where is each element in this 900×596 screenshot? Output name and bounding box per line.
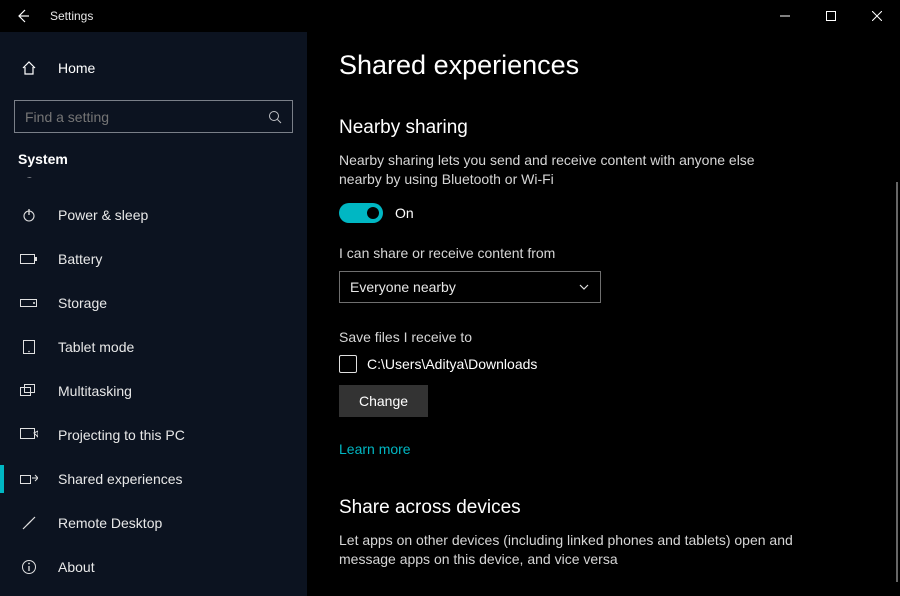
- projecting-icon: [18, 428, 40, 442]
- sidebar-item-remote-desktop[interactable]: Remote Desktop: [0, 501, 307, 545]
- nearby-sharing-heading: Nearby sharing: [339, 117, 868, 139]
- chevron-down-icon: [578, 281, 590, 293]
- learn-more-link[interactable]: Learn more: [339, 441, 411, 457]
- share-across-devices-heading: Share across devices: [339, 497, 868, 519]
- window-title: Settings: [50, 9, 93, 23]
- info-icon: [18, 559, 40, 575]
- share-from-value: Everyone nearby: [350, 279, 456, 295]
- back-arrow-icon: [15, 8, 31, 24]
- share-across-devices-description: Let apps on other devices (including lin…: [339, 531, 799, 569]
- storage-icon: [18, 297, 40, 309]
- sidebar-item-storage[interactable]: Storage: [0, 281, 307, 325]
- sidebar-item-label: Shared experiences: [58, 471, 183, 487]
- multitasking-icon: [18, 384, 40, 398]
- save-files-path: C:\Users\Aditya\Downloads: [367, 356, 537, 372]
- remote-icon: [18, 515, 40, 531]
- search-input[interactable]: [25, 109, 268, 125]
- sidebar-item-about[interactable]: About: [0, 545, 307, 589]
- share-from-select[interactable]: Everyone nearby: [339, 271, 601, 303]
- sidebar-item-focus-assist[interactable]: Focus assist: [0, 177, 307, 193]
- home-button[interactable]: Home: [0, 48, 307, 88]
- power-icon: [18, 207, 40, 223]
- sidebar-item-label: Projecting to this PC: [58, 427, 185, 443]
- minimize-button[interactable]: [762, 0, 808, 32]
- title-bar: Settings: [0, 0, 900, 32]
- sidebar-item-label: About: [58, 559, 95, 575]
- sidebar-item-power-sleep[interactable]: Power & sleep: [0, 193, 307, 237]
- save-files-path-row: C:\Users\Aditya\Downloads: [339, 355, 868, 373]
- search-icon: [268, 110, 282, 124]
- sidebar-item-label: Remote Desktop: [58, 515, 162, 531]
- moon-icon: [18, 177, 40, 179]
- home-icon: [18, 60, 40, 76]
- page-title: Shared experiences: [339, 50, 868, 81]
- toggle-state-label: On: [395, 205, 414, 221]
- home-label: Home: [58, 60, 95, 76]
- minimize-icon: [780, 11, 790, 21]
- sidebar-item-battery[interactable]: Battery: [0, 237, 307, 281]
- nearby-sharing-description: Nearby sharing lets you send and receive…: [339, 151, 799, 189]
- sidebar-item-label: Focus assist: [58, 177, 136, 179]
- sidebar-item-label: Tablet mode: [58, 339, 134, 355]
- back-button[interactable]: [0, 0, 46, 32]
- maximize-icon: [826, 11, 836, 21]
- sidebar-section-system: System: [0, 151, 307, 177]
- sidebar-item-label: Multitasking: [58, 383, 132, 399]
- maximize-button[interactable]: [808, 0, 854, 32]
- change-button[interactable]: Change: [339, 385, 428, 417]
- sidebar-item-shared-experiences[interactable]: Shared experiences: [0, 457, 307, 501]
- toggle-knob: [367, 207, 379, 219]
- sidebar: Home System Focus assist Power & sleep Bat…: [0, 32, 307, 596]
- sidebar-item-label: Battery: [58, 251, 102, 267]
- sidebar-item-label: Power & sleep: [58, 207, 148, 223]
- tablet-icon: [18, 339, 40, 355]
- scrollbar[interactable]: [896, 182, 898, 582]
- sidebar-item-label: Storage: [58, 295, 107, 311]
- share-from-label: I can share or receive content from: [339, 245, 868, 261]
- shared-icon: [18, 472, 40, 486]
- nearby-sharing-toggle[interactable]: [339, 203, 383, 223]
- folder-icon: [339, 355, 357, 373]
- sidebar-nav: Focus assist Power & sleep Battery Storage T…: [0, 177, 307, 589]
- close-icon: [872, 11, 882, 21]
- sidebar-item-multitasking[interactable]: Multitasking: [0, 369, 307, 413]
- sidebar-item-tablet-mode[interactable]: Tablet mode: [0, 325, 307, 369]
- battery-icon: [18, 253, 40, 265]
- main-panel: Shared experiences Nearby sharing Nearby…: [307, 32, 900, 596]
- sidebar-item-projecting-to-this-pc[interactable]: Projecting to this PC: [0, 413, 307, 457]
- window-controls: [762, 0, 900, 32]
- search-box[interactable]: [14, 100, 293, 133]
- save-files-label: Save files I receive to: [339, 329, 868, 345]
- close-button[interactable]: [854, 0, 900, 32]
